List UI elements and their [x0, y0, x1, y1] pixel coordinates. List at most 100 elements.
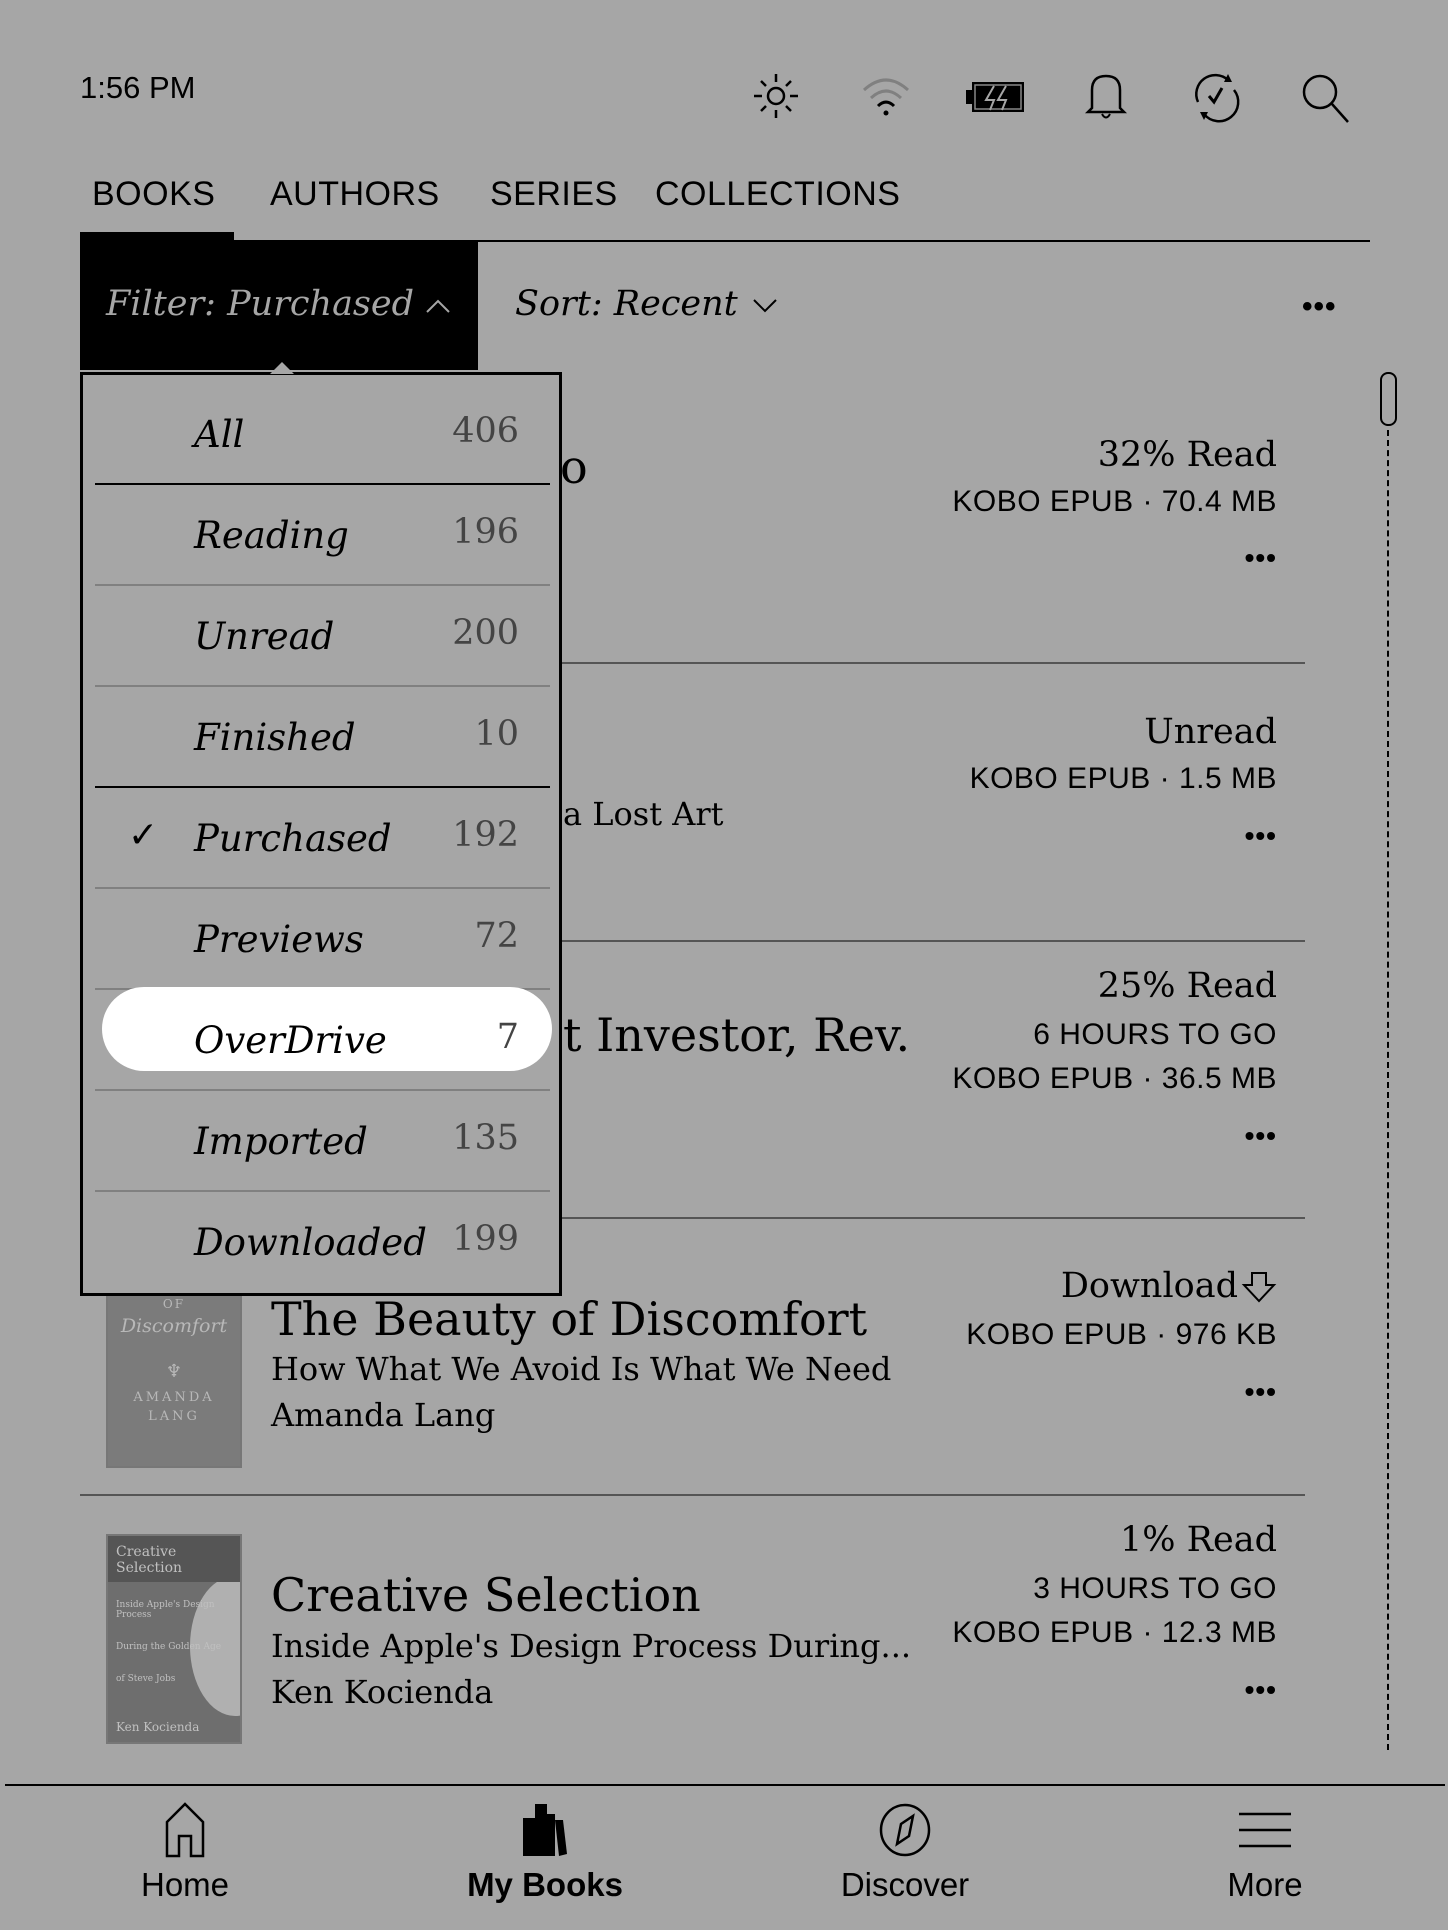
cover-text: of Steve Jobs: [116, 1674, 176, 1684]
tab-series[interactable]: SERIES: [490, 175, 618, 214]
book-options-icon[interactable]: •••: [1245, 1120, 1277, 1152]
file-info: KOBO EPUB · 12.3 MB: [952, 1616, 1277, 1649]
option-count: 10: [474, 714, 519, 754]
filter-option-overdrive[interactable]: OverDrive 7: [83, 981, 559, 1082]
filter-label[interactable]: Filter: Purchased: [106, 284, 414, 324]
option-label: Reading: [194, 514, 349, 557]
option-count: 192: [452, 815, 519, 855]
nav-label: More: [1227, 1866, 1303, 1903]
notifications-icon[interactable]: [1078, 68, 1134, 124]
read-status: 25% Read: [1097, 966, 1277, 1006]
download-button[interactable]: Download: [1061, 1266, 1238, 1306]
book-title: t Investor, Rev.: [563, 1008, 911, 1062]
option-count: 72: [474, 916, 519, 956]
sort-button[interactable]: Sort: Recent: [515, 284, 738, 324]
wifi-icon[interactable]: [858, 68, 914, 124]
battery-charging-icon: [964, 68, 1028, 124]
home-icon: [165, 1802, 205, 1858]
chevron-up-icon[interactable]: [425, 298, 451, 319]
book-author: Amanda Lang: [271, 1396, 496, 1434]
tab-collections[interactable]: COLLECTIONS: [655, 175, 900, 214]
tab-authors[interactable]: AUTHORS: [270, 175, 440, 214]
filter-option-all[interactable]: All 406: [83, 375, 559, 476]
chevron-down-icon[interactable]: [752, 298, 778, 319]
nav-home[interactable]: Home: [65, 1800, 305, 1920]
menu-icon: [1239, 1812, 1291, 1848]
search-icon[interactable]: [1296, 68, 1352, 124]
option-label: Purchased: [194, 817, 392, 860]
books-icon: [523, 1804, 567, 1856]
checkmark-icon: ✓: [128, 814, 159, 855]
option-label: Unread: [194, 615, 335, 658]
row-divider: [80, 1494, 1305, 1496]
nav-label: Discover: [840, 1866, 970, 1903]
file-info: KOBO EPUB · 1.5 MB: [969, 762, 1277, 795]
brightness-icon[interactable]: [748, 68, 804, 124]
cover-text: OF: [162, 1297, 186, 1311]
time-left: 6 HOURS TO GO: [1033, 1018, 1277, 1051]
book-title: o: [560, 440, 588, 494]
option-count: 406: [452, 411, 519, 451]
book-options-icon[interactable]: •••: [1245, 1376, 1277, 1408]
option-count: 199: [452, 1219, 519, 1259]
book-options-icon[interactable]: •••: [1245, 1674, 1277, 1706]
filter-option-previews[interactable]: Previews 72: [83, 880, 559, 981]
option-label: Previews: [194, 918, 364, 961]
cover-text: Creative Selection: [108, 1536, 240, 1582]
nav-divider: [5, 1784, 1445, 1786]
filter-option-downloaded[interactable]: Downloaded 199: [83, 1183, 559, 1284]
book-cover[interactable]: Creative Selection Inside Apple's Design…: [106, 1534, 242, 1744]
cover-text: LANG: [148, 1409, 200, 1424]
option-label: Imported: [194, 1120, 368, 1163]
option-count: 7: [496, 1017, 519, 1057]
filter-option-reading[interactable]: Reading 196: [83, 476, 559, 577]
book-author: Ken Kocienda: [271, 1673, 494, 1711]
nav-label: Home: [140, 1866, 230, 1903]
read-status: 1% Read: [1120, 1520, 1277, 1560]
cover-text: Inside Apple's Design Process: [116, 1600, 215, 1620]
time-left: 3 HOURS TO GO: [1033, 1572, 1277, 1605]
download-arrow-icon[interactable]: [1241, 1270, 1277, 1309]
filter-dropdown: All 406 Reading 196 Unread 200 Finished …: [80, 372, 562, 1296]
nav-my-books[interactable]: My Books: [425, 1800, 665, 1920]
book-subtitle: Inside Apple's Design Process During...: [271, 1627, 912, 1665]
nav-label: My Books: [467, 1866, 623, 1903]
filter-option-finished[interactable]: Finished 10: [83, 678, 559, 779]
nav-discover[interactable]: Discover: [785, 1800, 1025, 1920]
cover-text: Discomfort: [120, 1315, 228, 1337]
tab-books[interactable]: BOOKS: [92, 175, 215, 214]
book-options-icon[interactable]: •••: [1245, 820, 1277, 852]
active-tab-indicator: [80, 232, 234, 242]
read-status: Unread: [1144, 712, 1277, 752]
nav-more[interactable]: More: [1145, 1800, 1385, 1920]
book-title: Creative Selection: [271, 1568, 701, 1622]
sync-icon[interactable]: [1188, 68, 1244, 124]
clock: 1:56 PM: [80, 70, 196, 105]
book-options-icon[interactable]: •••: [1245, 542, 1277, 574]
compass-icon: [879, 1803, 931, 1857]
book-subtitle: a Lost Art: [563, 795, 724, 833]
filter-option-purchased[interactable]: ✓ Purchased 192: [83, 779, 559, 880]
filter-option-imported[interactable]: Imported 135: [83, 1082, 559, 1183]
scrollbar-track[interactable]: [1387, 420, 1389, 1750]
read-status: 32% Read: [1097, 435, 1277, 475]
option-label: OverDrive: [194, 1019, 387, 1062]
option-count: 135: [452, 1118, 519, 1158]
book-subtitle: How What We Avoid Is What We Need: [271, 1350, 892, 1388]
library-menu-icon[interactable]: •••: [1302, 290, 1337, 324]
dropdown-pointer: [270, 362, 294, 374]
cover-text: Ken Kocienda: [116, 1720, 200, 1734]
scrollbar-thumb[interactable]: [1380, 372, 1397, 426]
option-label: Finished: [194, 716, 356, 759]
option-label: All: [194, 413, 245, 456]
book-title: The Beauty of Discomfort: [271, 1292, 868, 1346]
file-info: KOBO EPUB · 70.4 MB: [952, 485, 1277, 518]
cover-text: During the Golden Age: [116, 1642, 222, 1652]
file-info: KOBO EPUB · 976 KB: [966, 1318, 1277, 1351]
cover-text: AMANDA: [133, 1390, 215, 1405]
option-count: 200: [452, 613, 519, 653]
option-count: 196: [452, 512, 519, 552]
option-label: Downloaded: [194, 1221, 427, 1264]
file-info: KOBO EPUB · 36.5 MB: [952, 1062, 1277, 1095]
filter-option-unread[interactable]: Unread 200: [83, 577, 559, 678]
